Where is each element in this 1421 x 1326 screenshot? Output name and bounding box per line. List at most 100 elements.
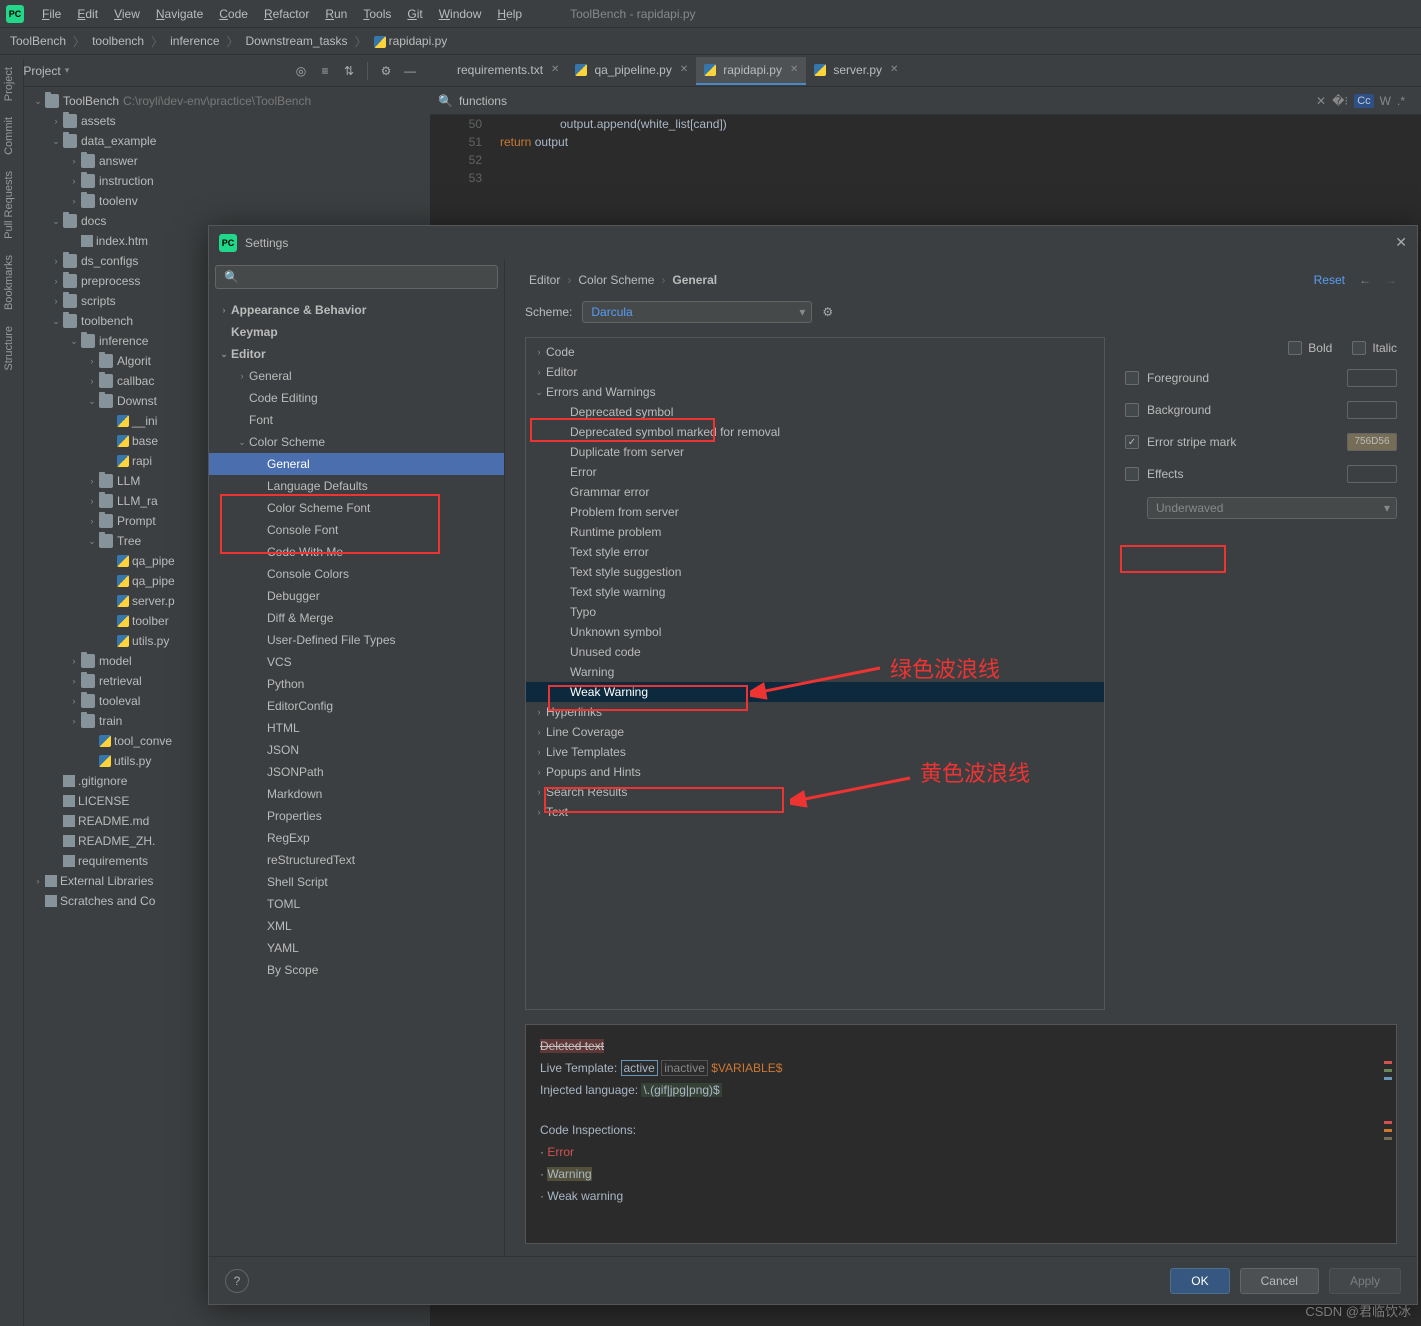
option-node[interactable]: Error — [526, 462, 1104, 482]
option-node[interactable]: ›Line Coverage — [526, 722, 1104, 742]
option-node[interactable]: ›Popups and Hints — [526, 762, 1104, 782]
nav-item[interactable]: Keymap — [209, 321, 504, 343]
menu-git[interactable]: Git — [399, 4, 430, 24]
option-node[interactable]: Deprecated symbol marked for removal — [526, 422, 1104, 442]
options-tree[interactable]: ›Code›Editor⌄Errors and WarningsDeprecat… — [525, 337, 1105, 1010]
option-node[interactable]: Runtime problem — [526, 522, 1104, 542]
close-icon[interactable]: ✕ — [790, 64, 798, 75]
nav-item[interactable]: Code Editing — [209, 387, 504, 409]
option-node[interactable]: Unknown symbol — [526, 622, 1104, 642]
breadcrumb-item[interactable]: rapidapi.py — [370, 32, 452, 50]
nav-item[interactable]: User-Defined File Types — [209, 629, 504, 651]
collapse-icon[interactable]: ⇅ — [338, 60, 360, 82]
option-node[interactable]: Weak Warning — [526, 682, 1104, 702]
option-node[interactable]: ›Hyperlinks — [526, 702, 1104, 722]
close-search-icon[interactable]: ✕ — [1316, 94, 1326, 108]
scheme-combo[interactable]: Darcula — [582, 301, 812, 323]
close-icon[interactable]: ✕ — [680, 64, 688, 75]
option-node[interactable]: Unused code — [526, 642, 1104, 662]
background-checkbox[interactable] — [1125, 403, 1139, 417]
option-node[interactable]: ⌄Errors and Warnings — [526, 382, 1104, 402]
nav-item[interactable]: JSONPath — [209, 761, 504, 783]
nav-item[interactable]: XML — [209, 915, 504, 937]
menu-run[interactable]: Run — [317, 4, 355, 24]
settings-search[interactable]: 🔍 — [215, 265, 498, 289]
menu-navigate[interactable]: Navigate — [148, 4, 211, 24]
option-node[interactable]: Duplicate from server — [526, 442, 1104, 462]
breadcrumb-item[interactable]: inference — [166, 32, 223, 50]
nav-item[interactable]: reStructuredText — [209, 849, 504, 871]
menu-file[interactable]: File — [34, 4, 69, 24]
nav-item[interactable]: ⌄Editor — [209, 343, 504, 365]
tree-node[interactable]: ›assets — [25, 111, 430, 131]
breadcrumb-item[interactable]: Color Scheme — [574, 271, 658, 289]
nav-item[interactable]: General — [209, 453, 504, 475]
nav-item[interactable]: Properties — [209, 805, 504, 827]
nav-item[interactable]: Console Font — [209, 519, 504, 541]
nav-item[interactable]: ⌄Color Scheme — [209, 431, 504, 453]
expand-icon[interactable]: ≡ — [314, 60, 336, 82]
tab-rapidapi.py[interactable]: rapidapi.py✕ — [696, 57, 806, 85]
close-icon[interactable]: ✕ — [890, 64, 898, 75]
nav-item[interactable]: Language Defaults — [209, 475, 504, 497]
nav-item[interactable]: Color Scheme Font — [209, 497, 504, 519]
menu-help[interactable]: Help — [489, 4, 530, 24]
close-icon[interactable]: ✕ — [1395, 234, 1407, 251]
option-node[interactable]: ›Live Templates — [526, 742, 1104, 762]
nav-item[interactable]: ›Appearance & Behavior — [209, 299, 504, 321]
tool-tab-commit[interactable]: Commit — [0, 109, 18, 163]
tool-tab-project[interactable]: Project — [0, 59, 18, 109]
effects-swatch[interactable] — [1347, 465, 1397, 483]
nav-item[interactable]: Font — [209, 409, 504, 431]
nav-item[interactable]: Markdown — [209, 783, 504, 805]
locate-icon[interactable]: ◎ — [290, 60, 312, 82]
effects-checkbox[interactable] — [1125, 467, 1139, 481]
menu-edit[interactable]: Edit — [69, 4, 106, 24]
foreground-swatch[interactable] — [1347, 369, 1397, 387]
nav-item[interactable]: By Scope — [209, 959, 504, 981]
tab-qa_pipeline.py[interactable]: qa_pipeline.py✕ — [567, 57, 696, 85]
filter-icon[interactable]: �⁝ — [1332, 94, 1348, 108]
nav-item[interactable]: ›General — [209, 365, 504, 387]
nav-item[interactable]: TOML — [209, 893, 504, 915]
option-node[interactable]: ›Search Results — [526, 782, 1104, 802]
tool-tab-pull-requests[interactable]: Pull Requests — [0, 163, 18, 247]
forward-icon[interactable]: → — [1385, 273, 1397, 287]
breadcrumb-item[interactable]: Downstream_tasks — [242, 32, 352, 50]
tree-node[interactable]: ⌄data_example — [25, 131, 430, 151]
search-input[interactable] — [459, 94, 1316, 108]
cancel-button[interactable]: Cancel — [1240, 1268, 1319, 1294]
nav-item[interactable]: Diff & Merge — [209, 607, 504, 629]
option-node[interactable]: Text style suggestion — [526, 562, 1104, 582]
gear-icon[interactable]: ⚙ — [375, 60, 397, 82]
editor-search-bar[interactable]: 🔍 ✕ �⁝ Cc W .* — [430, 87, 1421, 115]
tree-node[interactable]: ›instruction — [25, 171, 430, 191]
nav-item[interactable]: JSON — [209, 739, 504, 761]
hide-icon[interactable]: — — [399, 60, 421, 82]
bold-checkbox[interactable] — [1288, 341, 1302, 355]
stripe-swatch[interactable]: 756D56 — [1347, 433, 1397, 451]
option-node[interactable]: Text style warning — [526, 582, 1104, 602]
nav-item[interactable]: HTML — [209, 717, 504, 739]
tab-server.py[interactable]: server.py✕ — [806, 57, 906, 85]
nav-item[interactable]: Debugger — [209, 585, 504, 607]
tool-tab-structure[interactable]: Structure — [0, 318, 18, 379]
nav-item[interactable]: VCS — [209, 651, 504, 673]
project-tool-label[interactable]: Project — [23, 64, 60, 78]
nav-item[interactable]: Code With Me — [209, 541, 504, 563]
back-icon[interactable]: ← — [1359, 273, 1371, 287]
nav-item[interactable]: YAML — [209, 937, 504, 959]
option-node[interactable]: Problem from server — [526, 502, 1104, 522]
tree-node[interactable]: ›answer — [25, 151, 430, 171]
tree-node[interactable]: ›toolenv — [25, 191, 430, 211]
option-node[interactable]: Deprecated symbol — [526, 402, 1104, 422]
option-node[interactable]: Text style error — [526, 542, 1104, 562]
breadcrumb-item[interactable]: General — [668, 271, 721, 289]
option-node[interactable]: Grammar error — [526, 482, 1104, 502]
stripe-checkbox[interactable] — [1125, 435, 1139, 449]
ok-button[interactable]: OK — [1170, 1268, 1229, 1294]
foreground-checkbox[interactable] — [1125, 371, 1139, 385]
close-icon[interactable]: ✕ — [551, 64, 559, 75]
tree-node[interactable]: ⌄ToolBenchC:\royli\dev-env\practice\Tool… — [25, 91, 430, 111]
words-icon[interactable]: W — [1380, 94, 1391, 108]
